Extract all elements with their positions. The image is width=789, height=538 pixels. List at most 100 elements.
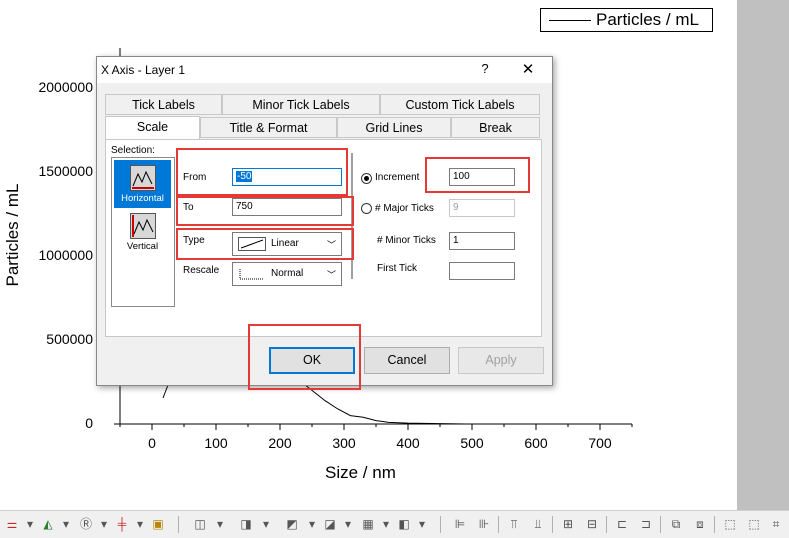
y-axis-title[interactable]: Particles / mL — [3, 170, 23, 300]
3d-bar-icon[interactable]: ◨ — [238, 517, 254, 531]
selection-list[interactable]: Horizontal Vertical — [111, 157, 175, 307]
dialog-titlebar[interactable]: X Axis - Layer 1 ? ✕ — [97, 57, 552, 83]
dropdown-arrow-icon[interactable]: ▾ — [96, 517, 112, 531]
x-tick-label: 700 — [588, 435, 612, 451]
x-tick-label: 400 — [396, 435, 420, 451]
first-tick-label: First Tick — [377, 263, 417, 274]
tab-grid-lines[interactable]: Grid Lines — [337, 117, 451, 138]
dropdown-arrow-icon[interactable]: ▾ — [258, 517, 274, 531]
horizontal-axis-icon — [130, 165, 156, 191]
dropdown-arrow-icon[interactable]: ▾ — [378, 517, 394, 531]
cancel-button[interactable]: Cancel — [364, 347, 450, 374]
x-tick-label: 300 — [332, 435, 356, 451]
x-axis-title[interactable]: Size / nm — [325, 463, 396, 483]
send-back-icon[interactable]: ⧈ — [692, 517, 708, 531]
minor-ticks-label: # Minor Ticks — [377, 235, 436, 246]
same-height-icon[interactable]: ⊐ — [638, 517, 654, 531]
major-ticks-radio[interactable] — [361, 203, 372, 214]
dropdown-arrow-icon[interactable]: ▾ — [58, 517, 74, 531]
plot-type-icon[interactable]: ⚌ — [4, 517, 20, 531]
highlight-to — [176, 196, 354, 226]
dropdown-arrow-icon[interactable]: ▾ — [132, 517, 148, 531]
major-ticks-label: # Major Ticks — [375, 203, 434, 214]
vertical-axis-icon — [130, 213, 156, 239]
dropdown-arrow-icon[interactable]: ▾ — [340, 517, 356, 531]
tab-tick-labels[interactable]: Tick Labels — [105, 94, 222, 115]
symbol-icon[interactable]: Ⓡ — [78, 517, 94, 531]
workspace-background — [737, 0, 789, 510]
dropdown-arrow-icon[interactable]: ▾ — [304, 517, 320, 531]
candlestick-icon[interactable]: ╪ — [114, 517, 130, 531]
major-ticks-value: 9 — [453, 202, 459, 213]
contour-icon[interactable]: ◪ — [322, 517, 338, 531]
tab-custom-tick-labels[interactable]: Custom Tick Labels — [380, 94, 540, 115]
3d-wall-icon[interactable]: ◫ — [192, 517, 208, 531]
area-chart-icon[interactable]: ◭ — [40, 517, 56, 531]
align-center-v-icon[interactable]: ⊟ — [584, 517, 600, 531]
align-center-h-icon[interactable]: ⊞ — [560, 517, 576, 531]
toolbar-separator — [552, 516, 553, 533]
dialog-title: X Axis - Layer 1 — [101, 63, 186, 77]
dropdown-arrow-icon[interactable]: ▾ — [22, 517, 38, 531]
close-button[interactable]: ✕ — [517, 60, 539, 80]
highlight-type — [176, 228, 354, 260]
increment-label: Increment — [375, 172, 420, 183]
x-tick-label: 200 — [268, 435, 292, 451]
x-tick-label: 500 — [460, 435, 484, 451]
rescale-value: Normal — [271, 268, 304, 279]
series-line-fragment — [162, 384, 169, 399]
frame-icon[interactable]: ⌗ — [768, 517, 784, 531]
rescale-icon — [239, 269, 264, 280]
y-tick-label: 2000000 — [38, 79, 93, 95]
major-ticks-input[interactable]: 9 — [449, 199, 515, 217]
template-icon[interactable]: ▣ — [150, 517, 166, 531]
align-left-icon[interactable]: ⊫ — [452, 517, 468, 531]
rescale-select[interactable]: Normal ﹀ — [232, 262, 342, 286]
selection-item-vertical[interactable]: Vertical — [114, 208, 171, 256]
toolbar-separator — [660, 516, 661, 533]
y-tick-label: 0 — [85, 415, 93, 431]
group-icon[interactable]: ⬚ — [722, 517, 738, 531]
x-tick-label: 0 — [148, 435, 156, 451]
rescale-label: Rescale — [183, 265, 220, 276]
minor-ticks-input[interactable]: 1 — [449, 232, 515, 250]
same-width-icon[interactable]: ⊏ — [614, 517, 630, 531]
x-tick-label: 100 — [204, 435, 228, 451]
help-button[interactable]: ? — [475, 61, 495, 79]
toolbar-separator — [178, 516, 179, 533]
y-tick-label: 1000000 — [38, 247, 93, 263]
toolbar-separator — [498, 516, 499, 533]
toolbar-separator — [606, 516, 607, 533]
highlight-increment — [425, 157, 530, 193]
ungroup-icon[interactable]: ⬚ — [746, 517, 762, 531]
selection-label: Selection: — [111, 145, 155, 156]
align-bottom-icon[interactable]: ⫫ — [530, 517, 546, 531]
toolbar-separator — [440, 516, 441, 533]
apply-button[interactable]: Apply — [458, 347, 544, 374]
dropdown-arrow-icon[interactable]: ▾ — [212, 517, 228, 531]
3d-surface-icon[interactable]: ◩ — [284, 517, 300, 531]
selection-item-label: Vertical — [126, 241, 159, 252]
x-tick-label: 600 — [524, 435, 548, 451]
first-tick-input[interactable] — [449, 262, 515, 280]
dropdown-arrow-icon[interactable]: ▾ — [414, 517, 430, 531]
tab-scale[interactable]: Scale — [105, 116, 200, 139]
align-top-icon[interactable]: ⫪ — [506, 517, 522, 531]
y-tick-label: 1500000 — [38, 163, 93, 179]
selection-item-label: Horizontal — [121, 193, 164, 204]
tab-minor-tick-labels[interactable]: Minor Tick Labels — [222, 94, 380, 115]
toolbar-separator — [714, 516, 715, 533]
align-right-icon[interactable]: ⊪ — [476, 517, 492, 531]
highlight-ok — [248, 324, 361, 390]
y-tick-label: 500000 — [46, 331, 93, 347]
tab-break[interactable]: Break — [451, 117, 540, 138]
bottom-toolbar: ⚌ ▾ ◭ ▾ Ⓡ ▾ ╪ ▾ ▣ ◫ ▾ ◨ ▾ ◩ ▾ ◪ ▾ ▦ ▾ ◧ … — [0, 510, 789, 538]
bring-front-icon[interactable]: ⧉ — [668, 517, 684, 531]
minor-ticks-value: 1 — [453, 235, 459, 246]
tab-title-format[interactable]: Title & Format — [200, 117, 337, 138]
heatmap-icon[interactable]: ▦ — [360, 517, 376, 531]
increment-radio[interactable] — [361, 173, 372, 184]
selection-item-horizontal[interactable]: Horizontal — [114, 160, 171, 208]
highlight-from — [176, 148, 348, 196]
image-plot-icon[interactable]: ◧ — [396, 517, 412, 531]
